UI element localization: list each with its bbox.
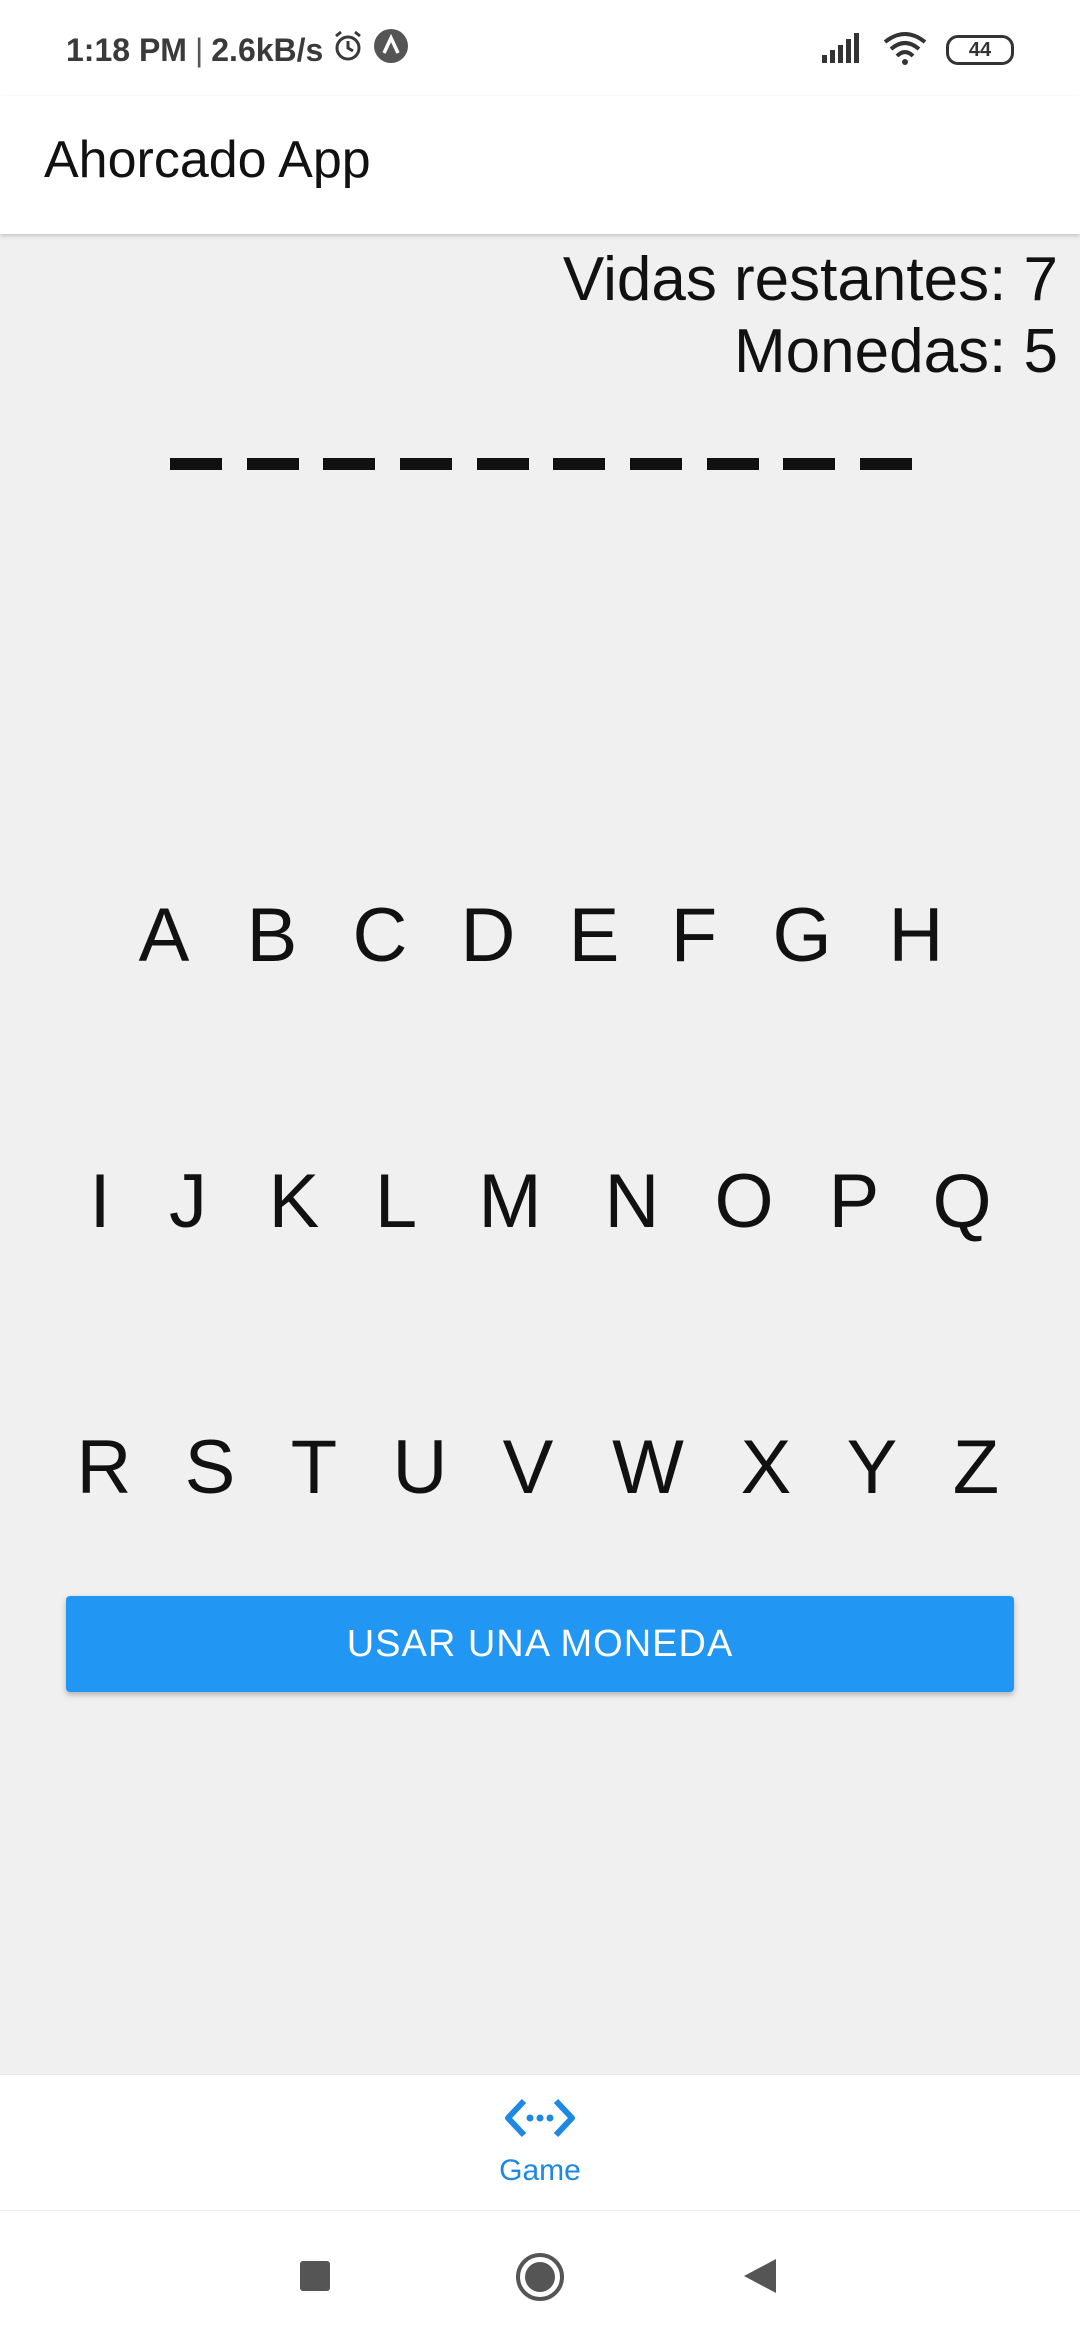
- letter-blank: [553, 458, 606, 470]
- letter-key-s[interactable]: S: [170, 1420, 250, 1516]
- letter-key-d[interactable]: D: [448, 888, 528, 984]
- home-button[interactable]: [514, 2251, 566, 2308]
- hidden-word: [170, 458, 912, 470]
- letter-key-q[interactable]: Q: [922, 1154, 1002, 1250]
- coins-count: Monedas: 5: [734, 317, 1058, 386]
- letter-key-n[interactable]: N: [592, 1154, 672, 1250]
- letter-key-c[interactable]: C: [340, 888, 420, 984]
- status-separator: |: [194, 31, 204, 68]
- letter-key-a[interactable]: A: [124, 888, 204, 984]
- letter-row-2: IJKLMNOPQ: [0, 1154, 1080, 1250]
- letter-key-p[interactable]: P: [814, 1154, 894, 1250]
- letter-key-w[interactable]: W: [608, 1420, 688, 1516]
- letter-blank: [323, 458, 376, 470]
- letter-key-l[interactable]: L: [356, 1154, 436, 1250]
- app-notification-icon: [373, 28, 409, 72]
- letter-blank: [246, 458, 299, 470]
- letter-key-r[interactable]: R: [64, 1420, 144, 1516]
- letter-key-b[interactable]: B: [232, 888, 312, 984]
- app-screen: 1:18 PM | 2.6kB/s 44 Ahorcado App Vidas …: [0, 0, 1080, 2340]
- letter-key-x[interactable]: X: [726, 1420, 806, 1516]
- letter-blank: [859, 458, 912, 470]
- letter-blank: [629, 458, 682, 470]
- use-coin-button[interactable]: USAR UNA MONEDA: [66, 1596, 1014, 1692]
- recents-button[interactable]: [298, 2259, 332, 2298]
- letter-blank: [476, 458, 529, 470]
- letter-blank: [783, 458, 836, 470]
- nav-item-game[interactable]: Game: [440, 2075, 640, 2211]
- status-left: 1:18 PM | 2.6kB/s: [66, 28, 409, 72]
- letter-key-z[interactable]: Z: [936, 1420, 1016, 1516]
- app-bar: Ahorcado App: [0, 96, 1080, 234]
- alarm-icon: [331, 29, 365, 71]
- battery-indicator: 44: [946, 35, 1014, 65]
- status-time: 1:18 PM: [66, 31, 187, 68]
- nav-label-game: Game: [499, 2154, 581, 2187]
- signal-icon: [820, 32, 864, 68]
- game-stats: Vidas restantes: 7 Monedas: 5: [563, 244, 1058, 388]
- letter-blank: [399, 458, 452, 470]
- letter-key-y[interactable]: Y: [832, 1420, 912, 1516]
- bottom-navigation: Game: [0, 2074, 1080, 2210]
- status-bar: 1:18 PM | 2.6kB/s 44: [0, 0, 1080, 96]
- letter-key-m[interactable]: M: [470, 1154, 550, 1250]
- letter-key-i[interactable]: I: [60, 1154, 140, 1250]
- status-right: 44: [820, 28, 1014, 72]
- letter-key-t[interactable]: T: [274, 1420, 354, 1516]
- letter-key-e[interactable]: E: [554, 888, 634, 984]
- letter-row-1: ABCDEFGH: [0, 888, 1080, 984]
- network-speed: 2.6kB/s: [211, 31, 324, 68]
- wifi-icon: [882, 31, 928, 70]
- app-title: Ahorcado App: [44, 131, 371, 189]
- letter-blank: [170, 458, 222, 470]
- letter-key-v[interactable]: V: [488, 1420, 568, 1516]
- system-navigation-bar: [0, 2210, 1080, 2340]
- letter-key-u[interactable]: U: [380, 1420, 460, 1516]
- game-code-icon: [502, 2095, 578, 2146]
- letter-row-3: RSTUVWXYZ: [0, 1420, 1080, 1516]
- letter-key-j[interactable]: J: [148, 1154, 228, 1250]
- letter-key-k[interactable]: K: [254, 1154, 334, 1250]
- letter-key-f[interactable]: F: [654, 888, 734, 984]
- letter-key-g[interactable]: G: [762, 888, 842, 984]
- lives-remaining: Vidas restantes: 7: [562, 245, 1058, 314]
- letter-blank: [706, 458, 759, 470]
- letter-key-h[interactable]: H: [876, 888, 956, 984]
- letter-key-o[interactable]: O: [704, 1154, 784, 1250]
- back-button[interactable]: [742, 2257, 778, 2300]
